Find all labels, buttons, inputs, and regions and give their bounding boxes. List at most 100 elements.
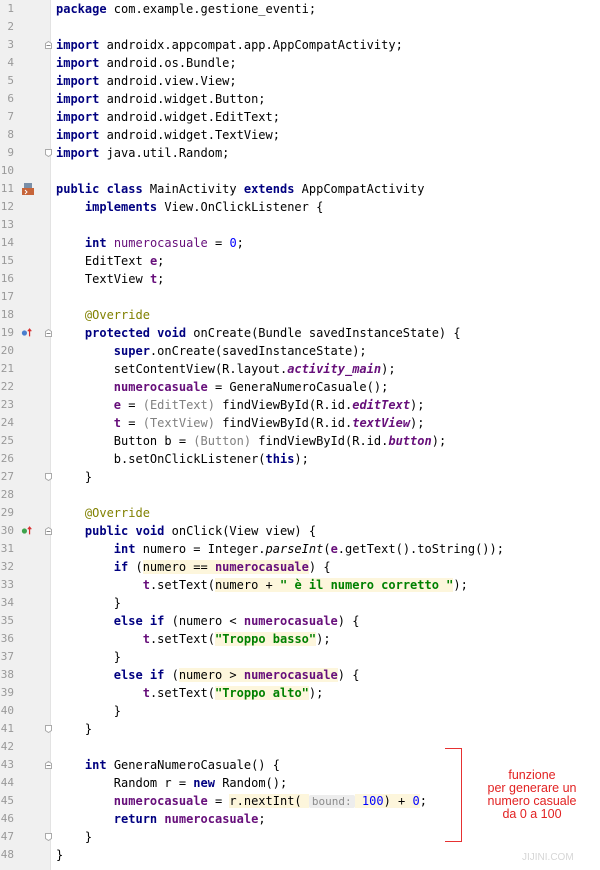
code-line: 20 super.onCreate(savedInstanceState); [0, 342, 600, 360]
line-number: 12 [0, 200, 14, 213]
line-number: 3 [7, 38, 14, 51]
code-line: 5 import android.view.View; [0, 72, 600, 90]
line-number: 37 [0, 650, 14, 663]
code-line: 39 t.setText("Troppo alto"); [0, 684, 600, 702]
line-number: 8 [7, 128, 14, 141]
fold-toggle-icon[interactable] [45, 761, 52, 769]
code-line: 47 } [0, 828, 600, 846]
line-number: 36 [0, 632, 14, 645]
line-number: 47 [0, 830, 14, 843]
code-line: 12 implements View.OnClickListener { [0, 198, 600, 216]
code-text: TextView t; [84, 272, 165, 286]
code-line: 32 if (numero == numerocasuale) { [0, 558, 600, 576]
code-text: if (numero == numerocasuale) { [113, 560, 331, 574]
code-line: 28 [0, 486, 600, 504]
code-text: Button b = (Button) findViewById(R.id.bu… [113, 434, 447, 448]
code-line: 11 public class MainActivity extends AppC… [0, 180, 600, 198]
line-number: 27 [0, 470, 14, 483]
code-editor[interactable]: 1 package com.example.gestione_eventi; 2 … [0, 0, 600, 864]
line-number: 17 [0, 290, 14, 303]
code-line: 19 protected void onCreate(Bundle savedI… [0, 324, 600, 342]
fold-end-icon[interactable] [45, 725, 52, 733]
code-line: 13 [0, 216, 600, 234]
code-line: 22 numerocasuale = GeneraNumeroCasuale()… [0, 378, 600, 396]
fold-toggle-icon[interactable] [45, 41, 52, 49]
fold-toggle-icon[interactable] [45, 329, 52, 337]
code-line: 42 [0, 738, 600, 756]
code-text: import java.util.Random; [56, 146, 230, 160]
line-number: 1 [7, 2, 14, 15]
code-text: int numerocasuale = 0; [84, 236, 244, 250]
code-line: 3 import androidx.appcompat.app.AppCompat… [0, 36, 600, 54]
code-text: public class MainActivity extends AppCom… [56, 182, 425, 196]
code-line: 2 [0, 18, 600, 36]
code-line: 34 } [0, 594, 600, 612]
code-line: 30 public void onClick(View view) { [0, 522, 600, 540]
code-line: 24 t = (TextView) findViewById(R.id.text… [0, 414, 600, 432]
line-number: 33 [0, 578, 14, 591]
line-number: 30 [0, 524, 14, 537]
code-text: import android.os.Bundle; [56, 56, 237, 70]
line-number: 28 [0, 488, 14, 501]
code-line: 14 int numerocasuale = 0; [0, 234, 600, 252]
fold-end-icon[interactable] [45, 473, 52, 481]
line-number: 38 [0, 668, 14, 681]
line-number: 2 [7, 20, 14, 33]
code-line: 29 @Override [0, 504, 600, 522]
line-number: 16 [0, 272, 14, 285]
code-text: implements View.OnClickListener { [84, 200, 324, 214]
code-text: } [84, 830, 93, 844]
code-line: 10 [0, 162, 600, 180]
code-line: 18 @Override [0, 306, 600, 324]
code-text: int GeneraNumeroCasuale() { [84, 758, 280, 772]
line-number: 19 [0, 326, 14, 339]
line-number: 40 [0, 704, 14, 717]
line-number: 14 [0, 236, 14, 249]
code-text: @Override [84, 506, 150, 520]
line-number: 48 [0, 848, 14, 861]
code-line: 36 t.setText("Troppo basso"); [0, 630, 600, 648]
code-line: 38 else if (numero > numerocasuale) { [0, 666, 600, 684]
code-line: 8 import android.widget.TextView; [0, 126, 600, 144]
code-text: Random r = new Random(); [113, 776, 288, 790]
line-number: 21 [0, 362, 14, 375]
parameter-hint: bound: [308, 795, 355, 808]
code-line: 37 } [0, 648, 600, 666]
line-number: 43 [0, 758, 14, 771]
code-text: numerocasuale = GeneraNumeroCasuale(); [113, 380, 389, 394]
line-number: 39 [0, 686, 14, 699]
code-line: 35 else if (numero < numerocasuale) { [0, 612, 600, 630]
code-text: b.setOnClickListener(this); [113, 452, 309, 466]
code-line: 31 int numero = Integer.parseInt(e.getTe… [0, 540, 600, 558]
line-number: 34 [0, 596, 14, 609]
line-number: 41 [0, 722, 14, 735]
code-text: public void onClick(View view) { [84, 524, 317, 538]
code-line: 48} [0, 846, 600, 864]
line-number: 23 [0, 398, 14, 411]
code-text: import android.view.View; [56, 74, 237, 88]
watermark: JIJINI.COM [522, 852, 574, 863]
override-method-icon[interactable] [21, 327, 33, 339]
fold-end-icon[interactable] [45, 833, 52, 841]
implement-method-icon[interactable] [21, 525, 33, 537]
annotation-note: funzione per generare un numero casuale … [470, 769, 594, 821]
fold-end-icon[interactable] [45, 149, 52, 157]
fold-toggle-icon[interactable] [45, 527, 52, 535]
code-line: 15 EditText e; [0, 252, 600, 270]
line-number: 15 [0, 254, 14, 267]
line-number: 44 [0, 776, 14, 789]
code-line: 23 e = (EditText) findViewById(R.id.edit… [0, 396, 600, 414]
code-line: 6 import android.widget.Button; [0, 90, 600, 108]
code-line: 33 t.setText(numero + " è il numero corr… [0, 576, 600, 594]
code-line: 7 import android.widget.EditText; [0, 108, 600, 126]
code-text: return numerocasuale; [113, 812, 266, 826]
line-number: 26 [0, 452, 14, 465]
line-number: 20 [0, 344, 14, 357]
code-text: import android.widget.TextView; [56, 128, 280, 142]
line-number: 46 [0, 812, 14, 825]
line-number: 29 [0, 506, 14, 519]
code-text: } [113, 596, 122, 610]
code-line: 26 b.setOnClickListener(this); [0, 450, 600, 468]
class-run-icon[interactable] [21, 182, 35, 196]
line-number: 31 [0, 542, 14, 555]
